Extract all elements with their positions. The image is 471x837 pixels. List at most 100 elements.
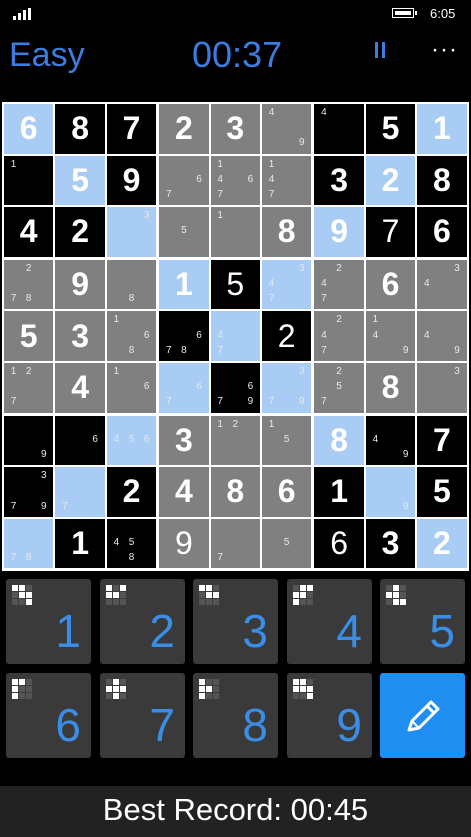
cell-r5c8[interactable]: 1 4 9 [365,311,416,361]
cell-r7c1[interactable]: 9 [4,415,54,466]
cell-r3c4[interactable]: 5 [159,207,209,257]
cell-r8c1[interactable]: 3 7 9 [4,467,54,517]
cell-r7c2[interactable]: 6 [55,415,105,466]
cell-r5c9[interactable]: 49 [417,311,467,361]
cell-r7c6[interactable]: 15 [262,415,312,466]
cell-r9c8[interactable]: 3 [365,518,416,569]
cell-r1c3[interactable]: 7 [106,104,157,154]
cell-r3c7[interactable]: 9 [314,207,364,257]
cell-r5c1[interactable]: 5 [4,311,54,361]
cell-r2c7[interactable]: 3 [314,155,364,206]
cell-r8c8[interactable]: 9 [365,467,416,517]
cell-r6c4[interactable]: 67 [159,363,209,413]
cell-r1c6[interactable]: 49 [262,104,312,154]
cell-r5c2[interactable]: 3 [55,311,105,361]
cell-r3c5[interactable]: 1 [210,207,260,257]
cell-r7c5[interactable]: 12 [210,415,260,466]
number-key-8[interactable]: 8 [193,673,278,758]
cell-r7c7[interactable]: 8 [314,415,364,466]
cell-r9c2[interactable]: 1 [55,518,105,569]
cell-r4c3[interactable]: 8 [106,259,157,310]
cell-r3c8[interactable]: 7 [365,207,416,257]
cell-r1c9[interactable]: 1 [417,104,467,154]
cell-r7c8[interactable]: 49 [365,415,416,466]
cell-r7c4[interactable]: 3 [159,415,209,466]
cell-r3c1[interactable]: 4 [4,207,54,257]
cell-r4c4[interactable]: 1 [159,259,209,310]
cell-r9c3[interactable]: 45 8 [106,518,157,569]
cell-r1c7[interactable]: 4 [314,104,364,154]
number-key-6[interactable]: 6 [6,673,91,758]
cell-r3c2[interactable]: 2 [55,207,105,257]
cell-r4c5[interactable]: 5 [210,259,260,310]
cell-r6c1[interactable]: 12 7 [4,363,54,413]
cell-r8c3[interactable]: 2 [106,467,157,517]
cell-r6c8[interactable]: 8 [365,363,416,413]
cell-r5c7[interactable]: 24 7 [314,311,364,361]
cell-r2c8[interactable]: 2 [365,155,416,206]
cell-r6c3[interactable]: 16 [106,363,157,413]
cell-r6c5[interactable]: 6 7 9 [210,363,260,413]
cell-r2c3[interactable]: 9 [106,155,157,206]
cell-r9c5[interactable]: 7 [210,518,260,569]
cell-r1c2[interactable]: 8 [55,104,105,154]
cell-r2c9[interactable]: 8 [417,155,467,206]
cell-r1c1[interactable]: 6 [4,104,54,154]
cell-r8c2[interactable]: 7 [55,467,105,517]
cell-r4c1[interactable]: 2 78 [4,259,54,310]
note [109,209,124,224]
cell-r1c5[interactable]: 3 [210,104,260,154]
cell-r6c6[interactable]: 3 7 9 [262,363,312,413]
cell-r6c9[interactable]: 3 [417,363,467,413]
cell-r3c3[interactable]: 3 [106,207,157,257]
cell-r8c6[interactable]: 6 [262,467,312,517]
more-menu-button[interactable]: ··· [431,36,458,64]
cell-r8c4[interactable]: 4 [159,467,209,517]
cell-r4c7[interactable]: 24 7 [314,259,364,310]
cell-r2c1[interactable]: 1 [4,155,54,206]
cell-r3c9[interactable]: 6 [417,207,467,257]
cell-r5c5[interactable]: 47 [210,311,260,361]
cell-r4c6[interactable]: 3 4 7 [262,259,312,310]
number-key-4[interactable]: 4 [287,579,372,664]
cell-r1c8[interactable]: 5 [365,104,416,154]
number-key-5[interactable]: 5 [380,579,465,664]
pencil-mode-button[interactable] [380,673,465,758]
cell-r2c4[interactable]: 67 [159,155,209,206]
cell-r6c2[interactable]: 4 [55,363,105,413]
cell-r9c9[interactable]: 2 [417,518,467,569]
cell-r4c9[interactable]: 34 [417,259,467,310]
cell-r4c8[interactable]: 6 [365,259,416,310]
cell-r5c6[interactable]: 2 [262,311,312,361]
cell-r2c2[interactable]: 5 [55,155,105,206]
cell-r7c9[interactable]: 7 [417,415,467,466]
cell-r9c4[interactable]: 9 [159,518,209,569]
note [213,240,228,255]
number-key-2[interactable]: 2 [100,579,185,664]
cell-r2c5[interactable]: 1 4 6 7 [210,155,260,206]
cell-r8c7[interactable]: 1 [314,467,364,517]
pause-button[interactable] [375,42,389,58]
number-key-7[interactable]: 7 [100,673,185,758]
cell-r5c3[interactable]: 1 68 [106,311,157,361]
cell-r9c1[interactable]: 78 [4,518,54,569]
note [161,158,176,173]
cell-r7c3[interactable]: 456 [106,415,157,466]
cell-r1c4[interactable]: 2 [159,104,209,154]
number-key-9[interactable]: 9 [287,673,372,758]
cell-r5c4[interactable]: 6 78 [159,311,209,361]
cell-r8c5[interactable]: 8 [210,467,260,517]
note [213,448,228,463]
cell-r8c9[interactable]: 5 [417,467,467,517]
cell-r6c7[interactable]: 2 57 [314,363,364,413]
number-key-3[interactable]: 3 [193,579,278,664]
cell-r9c6[interactable]: 5 [262,518,312,569]
signal-icon [13,8,33,20]
cell-r2c6[interactable]: 1 4 7 [262,155,312,206]
cell-r3c6[interactable]: 8 [262,207,312,257]
note [383,469,398,484]
note [139,224,154,239]
cell-r9c7[interactable]: 6 [314,518,364,569]
cell-r4c2[interactable]: 9 [55,259,105,310]
number-key-1[interactable]: 1 [6,579,91,664]
